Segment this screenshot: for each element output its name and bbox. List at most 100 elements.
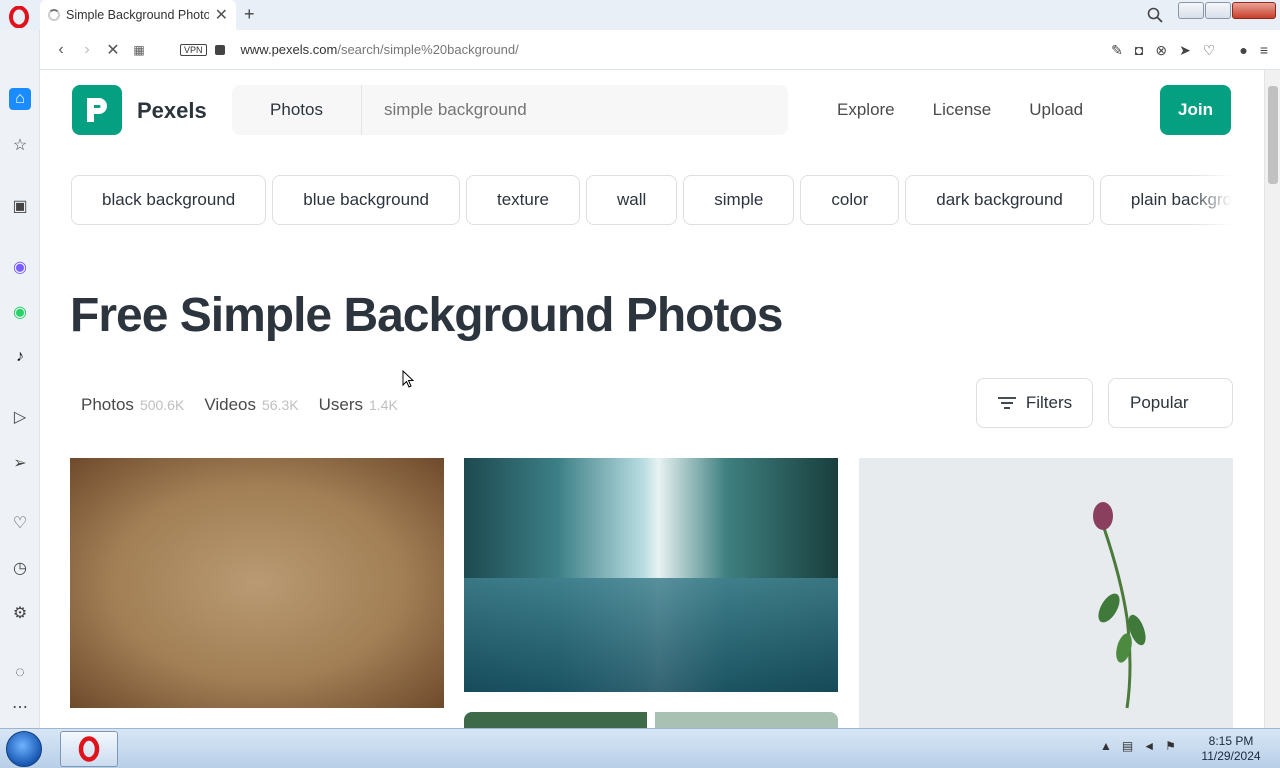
star-icon[interactable]: ☆ <box>9 134 31 156</box>
browser-tab-bar: Simple Background Photos ✕ + <box>0 0 1280 30</box>
browser-tab[interactable]: Simple Background Photos ✕ <box>40 0 236 30</box>
clock-date: 11/29/2024 <box>1201 749 1261 763</box>
opera-taskbar-icon <box>78 736 100 762</box>
search-type-dropdown[interactable]: Photos <box>232 85 362 135</box>
brand-name[interactable]: Pexels <box>137 98 207 124</box>
tab-users-count: 1.4K <box>369 397 398 413</box>
vpn-badge[interactable]: VPN <box>180 43 207 56</box>
tray-expand-icon[interactable]: ▲ <box>1100 739 1112 753</box>
window-minimize-button[interactable] <box>1178 2 1204 19</box>
tab-users[interactable]: Users 1.4K <box>319 395 398 415</box>
window-close-button[interactable] <box>1232 2 1276 19</box>
chip-color[interactable]: color <box>800 175 900 225</box>
tab-photos[interactable]: Photos 500.6K <box>81 395 184 415</box>
chip-texture[interactable]: texture <box>465 175 580 225</box>
forward-icon[interactable]: › <box>74 41 100 59</box>
chip-simple[interactable]: simple <box>683 175 795 225</box>
tab-title: Simple Background Photos <box>66 8 209 22</box>
profile-icon[interactable]: ● <box>1239 42 1247 59</box>
opera-logo-icon[interactable] <box>8 6 30 28</box>
sort-dropdown[interactable]: Popular <box>1108 378 1233 428</box>
send-sidebar-icon[interactable]: ➢ <box>9 452 31 474</box>
url-path: /search/simple%20background/ <box>337 42 519 57</box>
pexels-page: Pexels Photos Explore License Upload Joi… <box>40 70 1264 728</box>
tab-videos-count: 56.3K <box>262 397 299 413</box>
tab-photos-label: Photos <box>81 395 134 414</box>
photo-green-wall[interactable] <box>655 712 838 728</box>
chip-blue-background[interactable]: blue background <box>272 175 460 225</box>
lock-icon[interactable] <box>214 44 225 55</box>
shopping-bag-icon[interactable]: ▣ <box>9 195 31 217</box>
tab-photos-count: 500.6K <box>139 397 185 413</box>
start-button[interactable] <box>6 731 42 767</box>
nav-upload[interactable]: Upload <box>1029 100 1083 120</box>
new-tab-icon[interactable]: + <box>244 4 255 25</box>
media-type-tabs: Photos 500.6K Videos 56.3K Users 1.4K <box>81 395 398 415</box>
more-icon[interactable]: ⋯ <box>9 696 31 718</box>
pexels-logo-icon <box>87 98 107 122</box>
tips-icon[interactable]: ◌ <box>9 662 31 684</box>
filters-button[interactable]: Filters <box>976 378 1093 428</box>
photo-pink-flower[interactable] <box>859 458 1233 728</box>
system-tray: ▲ ▤ ◄ ⚑ <box>1100 739 1176 753</box>
back-icon[interactable]: ‹ <box>48 41 74 59</box>
tab-videos-label: Videos <box>204 395 256 414</box>
history-icon[interactable]: ◷ <box>9 557 31 579</box>
network-icon[interactable]: ▤ <box>1122 739 1133 753</box>
volume-icon[interactable]: ◄ <box>1143 739 1155 753</box>
mouse-cursor-icon <box>402 370 414 388</box>
opera-sidebar: ⌂ ☆ ▣ ◉ ◉ ♪ ▷ ➢ ♡ ◷ ⚙ ◌ ⋯ <box>0 30 40 728</box>
url-domain: www.pexels.com <box>240 42 338 57</box>
tab-users-label: Users <box>318 395 363 414</box>
settings-icon[interactable]: ⚙ <box>9 602 31 624</box>
adblock-icon[interactable]: ⊗ <box>1155 42 1167 59</box>
scrollbar-thumb[interactable] <box>1268 86 1278 184</box>
search-input[interactable] <box>362 100 762 120</box>
tab-videos[interactable]: Videos 56.3K <box>204 395 298 415</box>
taskbar-opera-button[interactable] <box>60 731 118 767</box>
filters-label: Filters <box>1025 393 1073 412</box>
search-bar: Photos <box>232 85 788 135</box>
chip-black-background[interactable]: black background <box>71 175 267 225</box>
stop-loading-icon[interactable]: ✕ <box>100 40 126 60</box>
messenger-icon[interactable]: ◉ <box>9 256 31 278</box>
loading-spinner-icon <box>48 9 60 21</box>
related-searches: black background blue background texture wa… <box>71 175 1231 227</box>
sort-label: Popular <box>1130 393 1189 412</box>
chips-fade <box>1190 175 1232 227</box>
window-maximize-button[interactable] <box>1205 2 1231 19</box>
whatsapp-icon[interactable]: ◉ <box>9 301 31 323</box>
heart-icon[interactable]: ♡ <box>1203 42 1216 59</box>
windows-taskbar: ▲ ▤ ◄ ⚑ 8:15 PM 11/29/2024 <box>0 728 1280 768</box>
photo-brown-texture[interactable] <box>70 458 444 708</box>
nav-explore[interactable]: Explore <box>837 100 895 120</box>
heart-sidebar-icon[interactable]: ♡ <box>9 512 31 534</box>
main-nav: Explore License Upload <box>837 100 1083 120</box>
nav-license[interactable]: License <box>933 100 992 120</box>
flag-icon[interactable]: ⚑ <box>1165 739 1176 753</box>
tab-close-icon[interactable]: ✕ <box>215 5 228 25</box>
pexels-logo[interactable] <box>72 85 122 135</box>
tab-grid-icon[interactable]: ▦ <box>126 43 152 57</box>
flower-illustration <box>1093 502 1146 709</box>
camera-icon[interactable]: ◘ <box>1135 42 1143 59</box>
home-icon[interactable]: ⌂ <box>9 88 31 110</box>
page-title: Free Simple Background Photos <box>70 289 783 342</box>
taskbar-clock[interactable]: 8:15 PM 11/29/2024 <box>1196 734 1266 764</box>
tab-search-icon[interactable] <box>1146 6 1164 24</box>
menu-icon[interactable]: ≡ <box>1260 42 1268 59</box>
join-button[interactable]: Join <box>1160 85 1231 135</box>
page-scrollbar[interactable] <box>1264 70 1280 728</box>
url-field[interactable]: www.pexels.com/search/simple%20backgroun… <box>241 42 519 57</box>
photo-rainy-street[interactable] <box>464 458 838 692</box>
photo-plant-leaves[interactable] <box>464 712 647 728</box>
edit-icon[interactable]: ✎ <box>1111 42 1123 59</box>
address-bar-actions: ✎ ◘ ⊗ ➤ ♡ ● ≡ <box>1111 42 1268 59</box>
tiktok-icon[interactable]: ♪ <box>9 346 31 368</box>
send-icon[interactable]: ➤ <box>1179 42 1191 59</box>
chip-wall[interactable]: wall <box>585 175 678 225</box>
chip-dark-background[interactable]: dark background <box>905 175 1094 225</box>
address-bar: ‹ › ✕ ▦ VPN www.pexels.com/search/simple… <box>40 30 1280 70</box>
player-icon[interactable]: ▷ <box>9 406 31 428</box>
clock-time: 8:15 PM <box>1208 734 1254 748</box>
